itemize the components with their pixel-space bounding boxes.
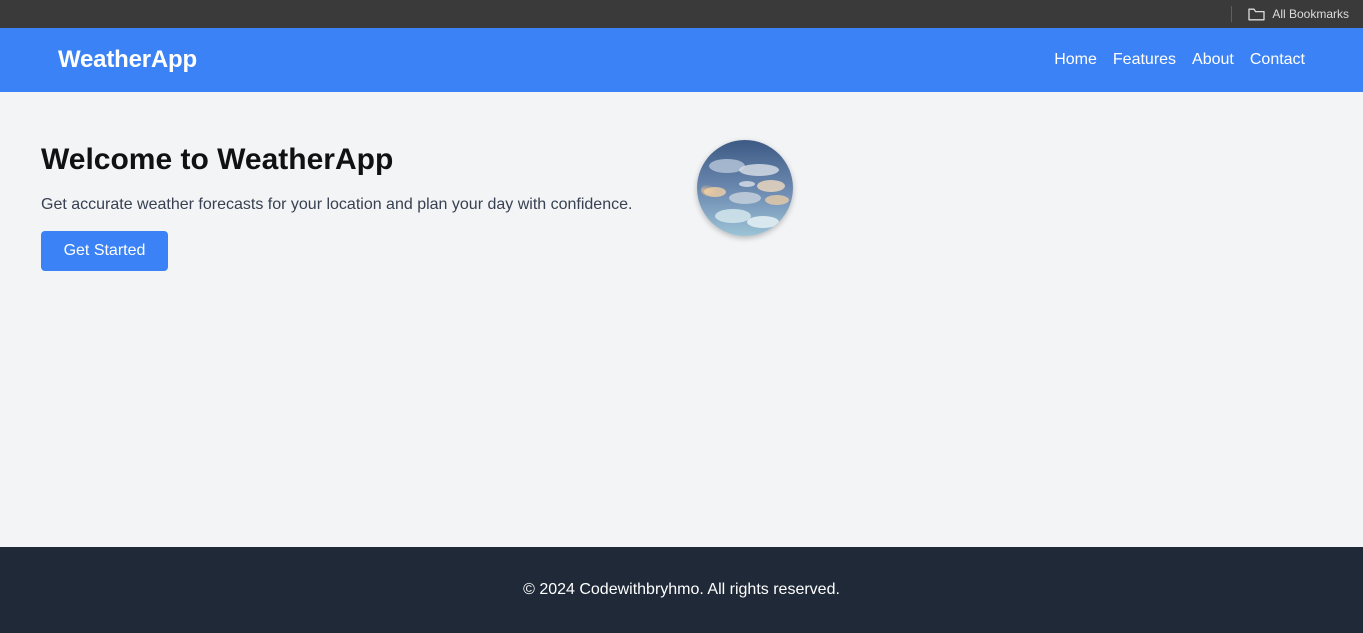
- bookmarks-separator: [1231, 6, 1233, 22]
- bookmarks-bar: All Bookmarks: [0, 0, 1363, 28]
- nav-link-home[interactable]: Home: [1054, 51, 1097, 69]
- footer: © 2024 Codewithbryhmo. All rights reserv…: [0, 547, 1363, 633]
- hero-title: Welcome to WeatherApp: [41, 143, 394, 176]
- nav-link-features[interactable]: Features: [1113, 51, 1176, 69]
- sky-clouds-image: [697, 140, 793, 236]
- nav-links: Home Features About Contact: [1038, 51, 1305, 69]
- folder-icon: [1248, 8, 1265, 20]
- get-started-button[interactable]: Get Started: [41, 231, 168, 271]
- hero-section: Welcome to WeatherApp Get accurate weath…: [41, 140, 701, 271]
- all-bookmarks-label: All Bookmarks: [1272, 7, 1349, 21]
- nav-link-about[interactable]: About: [1192, 51, 1234, 69]
- brand-logo[interactable]: WeatherApp: [58, 46, 197, 74]
- footer-copyright: © 2024 Codewithbryhmo. All rights reserv…: [523, 581, 840, 598]
- navbar: WeatherApp Home Features About Contact: [0, 28, 1363, 92]
- hero-subtitle: Get accurate weather forecasts for your …: [41, 196, 633, 213]
- nav-link-contact[interactable]: Contact: [1250, 51, 1305, 69]
- all-bookmarks-button[interactable]: All Bookmarks: [1248, 7, 1349, 21]
